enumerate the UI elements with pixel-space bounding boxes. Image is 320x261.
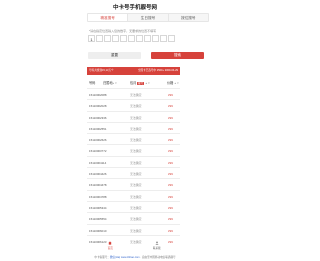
table-row[interactable]: 15110004478 无法确定 ¥99 (87, 178, 180, 189)
digit-input[interactable] (104, 35, 111, 42)
nav-contact[interactable]: 联系我 (134, 240, 181, 254)
phone-number: 15110002551 (89, 126, 107, 131)
result-count: 号码共找到15,13万个 (89, 69, 114, 72)
phone-number: 15110005344 (89, 205, 107, 210)
bottom-nav: 首页 联系我 (87, 240, 180, 254)
table-row[interactable]: 15110002551 无法确定 ¥99 (87, 121, 180, 133)
row-state: 无法确定 (130, 126, 142, 131)
row-price: ¥99 (168, 126, 173, 131)
phone-number: 15110002028 (89, 104, 107, 109)
row-state: 无法确定 (130, 172, 142, 177)
digit-input[interactable] (128, 35, 135, 42)
row-price: ¥99 (168, 160, 173, 165)
table-header: 号码 归属地 ▲▼ 包月 靓号 ▲▼ 价格 ▲▼ (87, 80, 180, 87)
tab-birthday-search[interactable]: 生日搜号 (128, 14, 169, 21)
table-row[interactable]: 15110002336 无法确定 ¥99 (87, 110, 180, 122)
table-row[interactable]: 15110002028 无法确定 ¥99 (87, 99, 180, 110)
row-state: 无法确定 (130, 183, 142, 188)
table-row[interactable]: 15110005554 无法确定 ¥99 (87, 212, 180, 223)
nav-home-label: 首页 (107, 247, 113, 250)
phone-number: 15110004114 (89, 160, 107, 165)
search-hint: *请在指定位置输入您的数字，无要求的位置不填写 (89, 29, 157, 33)
phone-number: 15110002088 (89, 93, 107, 97)
footer-suffix: · 自由型中国移动电信联通靓号 (139, 256, 176, 259)
table-row[interactable]: 15110003772 无法确定 ¥99 (87, 144, 180, 155)
phone-number: 15110004478 (89, 183, 107, 188)
row-price: ¥99 (168, 205, 173, 210)
row-price: ¥99 (168, 194, 173, 199)
nav-contact-label: 联系我 (152, 247, 161, 250)
tab-position-search[interactable]: 按位搜号 (168, 14, 208, 21)
footer-prefix: 中卡客服号： (94, 256, 110, 259)
row-price: ¥99 (168, 93, 173, 97)
digit-input[interactable] (120, 35, 127, 42)
phone-number: 15110006010 (89, 228, 107, 233)
header-fee[interactable]: 包月 (130, 80, 136, 87)
home-icon (108, 241, 112, 245)
row-state: 无法确定 (130, 205, 142, 210)
row-price: ¥99 (168, 115, 173, 120)
sort-icon[interactable]: ▲▼ (112, 80, 117, 87)
search-button[interactable]: 搜索 (151, 52, 204, 59)
page-title: 中卡号手机靓号网 (112, 5, 157, 11)
phone-number: 15110005554 (89, 217, 107, 222)
row-price: ¥99 (168, 217, 173, 222)
nav-home[interactable]: 首页 (87, 240, 134, 254)
digit-input[interactable] (144, 35, 151, 42)
row-state: 无法确定 (130, 194, 142, 199)
row-state: 无法确定 (130, 149, 142, 154)
table-row[interactable]: 15110004788 无法确定 ¥99 (87, 189, 180, 201)
sort-icon[interactable]: ▲▼ (145, 80, 150, 87)
row-price: ¥99 (168, 228, 173, 233)
row-price: ¥99 (168, 183, 173, 188)
footer-link[interactable]: 微信(Ha) www.zkhao.com (110, 256, 140, 259)
digit-input[interactable] (96, 35, 103, 42)
row-price: ¥99 (168, 172, 173, 177)
table-row[interactable]: 15110004426 无法确定 ¥99 (87, 167, 180, 178)
digit-input[interactable] (168, 35, 175, 42)
digit-input[interactable] (160, 35, 167, 42)
header-badge[interactable]: 靓号 (137, 81, 145, 86)
row-state: 无法确定 (130, 160, 142, 165)
digit-input[interactable]: 1 (88, 35, 95, 42)
phone-number: 15110002336 (89, 115, 107, 120)
row-state: 无法确定 (130, 217, 142, 222)
phone-number: 15110002626 (89, 138, 107, 143)
search-mode-tabs: 精准搜号 生日搜号 按位搜号 (87, 13, 209, 22)
row-price: ¥99 (168, 149, 173, 154)
digit-input[interactable] (152, 35, 159, 42)
table-row[interactable]: 15110004114 无法确定 ¥99 (87, 155, 180, 167)
row-state: 无法确定 (130, 93, 142, 97)
user-icon (155, 241, 159, 245)
reset-button[interactable]: 重置 (88, 52, 141, 59)
row-state: 无法确定 (130, 138, 142, 143)
digit-inputs: 1 (88, 35, 175, 42)
phone-number: 15110004788 (89, 194, 107, 199)
digit-input[interactable] (112, 35, 119, 42)
sort-icon[interactable]: ▲▼ (174, 80, 179, 87)
tab-exact-search[interactable]: 精准搜号 (88, 14, 129, 21)
number-list: 15110002088 无法确定 ¥99 15110002028 无法确定 ¥99 15… (87, 88, 180, 246)
row-state: 无法确定 (130, 104, 142, 109)
table-row[interactable]: 15110006010 无法确定 ¥99 (87, 223, 180, 235)
phone-number: 15110004426 (89, 172, 107, 177)
table-row[interactable]: 15110002626 无法确定 ¥99 (87, 133, 180, 144)
banner-note: 全国卡已选号中 1500+ 2009-04-29 (137, 69, 178, 72)
table-row[interactable]: 15110002088 无法确定 ¥99 (87, 88, 180, 99)
row-price: ¥99 (168, 104, 173, 109)
phone-number: 15110003772 (89, 149, 107, 154)
footer: 中卡客服号：微信(Ha) www.zkhao.com · 自由型中国移动电信联通… (0, 255, 270, 259)
result-banner: 号码共找到15,13万个 全国卡已选号中 1500+ 2009-04-29 (87, 67, 180, 75)
header-price[interactable]: 价格 (167, 80, 173, 87)
header-number: 号码 (89, 81, 96, 85)
row-state: 无法确定 (130, 115, 142, 120)
table-row[interactable]: 15110005344 无法确定 ¥99 (87, 200, 180, 212)
row-state: 无法确定 (130, 228, 142, 233)
digit-input[interactable] (136, 35, 143, 42)
row-price: ¥99 (168, 138, 173, 143)
